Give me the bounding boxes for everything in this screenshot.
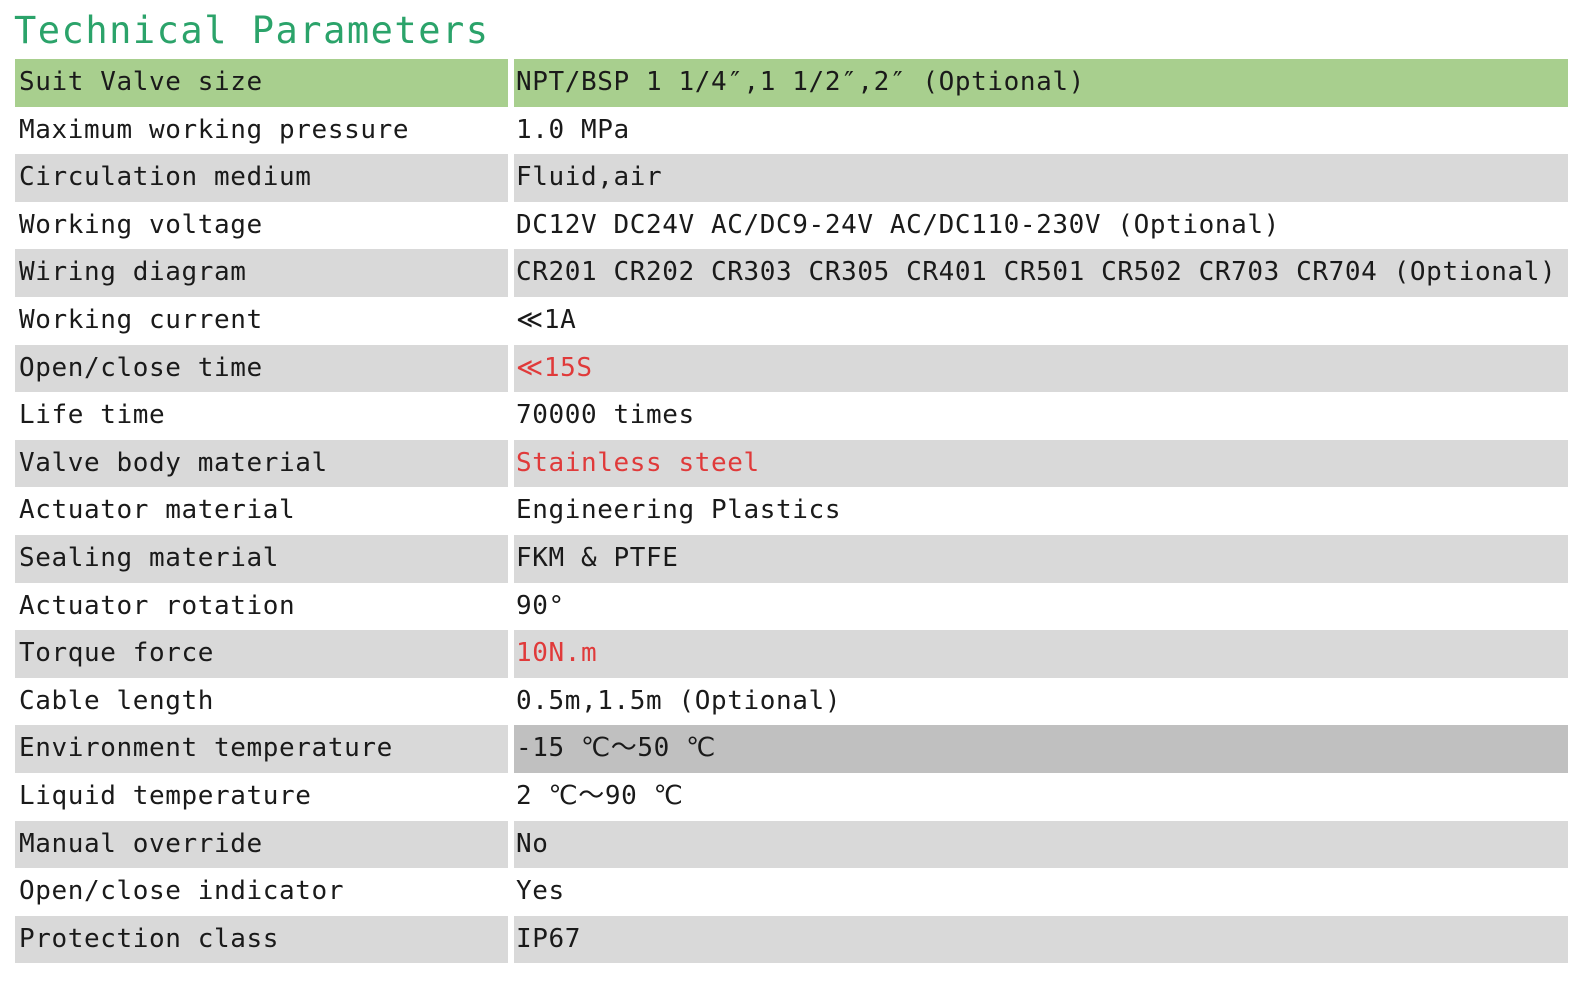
table-row: Wiring diagram CR201 CR202 CR303 CR305 CR…	[0, 249, 1584, 297]
table-row: Actuator material Engineering Plastics	[0, 487, 1584, 535]
table-row: Protection class IP67	[0, 915, 1584, 964]
row-label: Wiring diagram	[15, 249, 508, 297]
row-label: Valve body material	[15, 439, 508, 488]
table-row: Open/close indicator Yes	[0, 868, 1584, 916]
row-value: 2 ℃～90 ℃	[514, 772, 1568, 821]
table-row: Life time 70000 times	[0, 392, 1584, 440]
row-value: CR201 CR202 CR303 CR305 CR401 CR501 CR50…	[514, 249, 1568, 297]
table-row: Suit Valve size NPT/BSP 1 1/4″,1 1/2″,2″ …	[0, 59, 1584, 107]
row-label: Environment temperature	[15, 725, 508, 773]
row-value: DC12V DC24V AC/DC9-24V AC/DC110-230V (Op…	[514, 201, 1568, 250]
table-row: Valve body material Stainless steel	[0, 439, 1584, 488]
table-row: Actuator rotation 90°	[0, 582, 1584, 631]
row-value: IP67	[514, 915, 1568, 964]
table-row: Manual override No	[0, 820, 1584, 869]
row-label: Open/close time	[15, 344, 508, 393]
table-row: Sealing material FKM & PTFE	[0, 534, 1584, 583]
table-row: Working voltage DC12V DC24V AC/DC9-24V AC…	[0, 201, 1584, 250]
row-value: -15 ℃～50 ℃	[514, 725, 1568, 773]
row-label: Life time	[15, 392, 508, 440]
row-value: FKM & PTFE	[514, 534, 1568, 583]
spec-sheet: Technical Parameters Suit Valve size NPT/…	[0, 0, 1584, 1002]
row-value: 90°	[514, 582, 1568, 631]
row-label: Open/close indicator	[15, 868, 508, 916]
row-label: Torque force	[15, 630, 508, 678]
row-label: Sealing material	[15, 534, 508, 583]
row-label: Suit Valve size	[15, 59, 508, 107]
row-label: Working current	[15, 296, 508, 345]
row-value: Yes	[514, 868, 1568, 916]
row-value: Engineering Plastics	[514, 487, 1568, 535]
row-label: Circulation medium	[15, 154, 508, 202]
row-value: No	[514, 820, 1568, 869]
table-row: Open/close time ≪15S	[0, 344, 1584, 393]
row-value: Fluid,air	[514, 154, 1568, 202]
table-row: Environment temperature -15 ℃～50 ℃	[0, 725, 1584, 773]
table-row: Maximum working pressure 1.0 MPa	[0, 106, 1584, 155]
row-label: Actuator material	[15, 487, 508, 535]
row-value: 70000 times	[514, 392, 1568, 440]
table-row: Cable length 0.5m,1.5m (Optional)	[0, 677, 1584, 726]
table-row: Circulation medium Fluid,air	[0, 154, 1584, 202]
table-row: Torque force 10N.m	[0, 630, 1584, 678]
row-value: NPT/BSP 1 1/4″,1 1/2″,2″ (Optional)	[514, 59, 1568, 107]
row-label: Liquid temperature	[15, 772, 508, 821]
row-label: Cable length	[15, 677, 508, 726]
table-row: Liquid temperature 2 ℃～90 ℃	[0, 772, 1584, 821]
row-label: Protection class	[15, 915, 508, 964]
row-value: 0.5m,1.5m (Optional)	[514, 677, 1568, 726]
row-label: Maximum working pressure	[15, 106, 508, 155]
row-value: ≪1A	[514, 296, 1568, 345]
page-title: Technical Parameters	[14, 9, 490, 52]
row-label: Actuator rotation	[15, 582, 508, 631]
row-label: Manual override	[15, 820, 508, 869]
technical-parameters-table: Suit Valve size NPT/BSP 1 1/4″,1 1/2″,2″ …	[0, 59, 1584, 964]
row-value: 10N.m	[514, 630, 1568, 678]
table-row: Working current ≪1A	[0, 296, 1584, 345]
row-value: ≪15S	[514, 344, 1568, 393]
row-label: Working voltage	[15, 201, 508, 250]
row-value: Stainless steel	[514, 439, 1568, 488]
row-value: 1.0 MPa	[514, 106, 1568, 155]
